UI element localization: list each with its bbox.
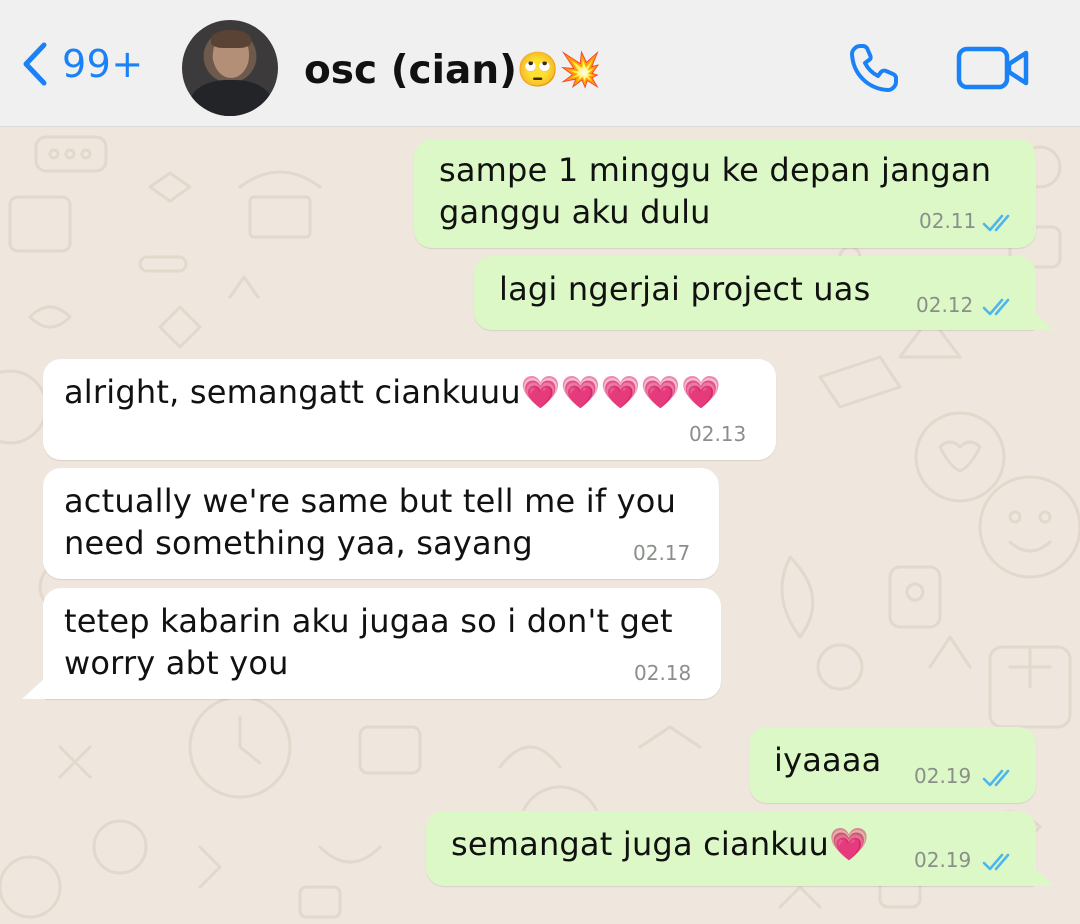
video-call-button[interactable] <box>956 44 1030 92</box>
message-text: actually we're same but tell me if you n… <box>64 482 677 562</box>
message-text: tetep kabarin aku jugaa so i don't get w… <box>64 602 673 682</box>
avatar[interactable] <box>182 20 278 116</box>
message-time: 02.18 <box>634 661 692 685</box>
chat-area[interactable]: sampe 1 minggu ke depan jangan ganggu ak… <box>0 127 1080 924</box>
message-time: 02.12 <box>916 293 974 317</box>
message-time: 02.19 <box>914 848 972 872</box>
message-time: 02.13 <box>689 422 747 446</box>
message-text: sampe 1 minggu ke depan jangan ganggu ak… <box>439 151 992 231</box>
message-outgoing[interactable]: iyaaaa 02.19 <box>749 727 1036 803</box>
message-time: 02.11 <box>919 209 977 233</box>
avatar-hair <box>211 30 251 48</box>
message-time: 02.17 <box>633 541 691 565</box>
video-camera-icon <box>956 46 1029 90</box>
voice-call-button[interactable] <box>846 40 904 96</box>
message-text: semangat juga ciankuu💗 <box>451 825 870 863</box>
message-incoming[interactable]: tetep kabarin aku jugaa so i don't get w… <box>43 588 721 699</box>
message-outgoing[interactable]: lagi ngerjai project uas 02.12 <box>474 256 1036 330</box>
message-time: 02.19 <box>914 764 972 788</box>
message-text: lagi ngerjai project uas <box>499 270 871 308</box>
chevron-left-icon <box>23 42 47 86</box>
chat-screen: 99+ osc (cian)🙄💥 sampe 1 minggu ke depan… <box>0 0 1080 924</box>
double-check-icon <box>982 853 1010 871</box>
message-incoming[interactable]: actually we're same but tell me if you n… <box>43 468 719 579</box>
double-check-icon <box>982 769 1010 787</box>
message-text: alright, semangatt ciankuuu💗💗💗💗💗 <box>64 373 722 411</box>
phone-icon <box>850 44 898 92</box>
avatar-body <box>190 80 272 116</box>
message-text: iyaaaa <box>774 741 882 779</box>
message-outgoing[interactable]: sampe 1 minggu ke depan jangan ganggu ak… <box>414 139 1036 248</box>
unread-count: 99+ <box>62 42 144 86</box>
contact-name-text: osc (cian) <box>304 48 517 93</box>
message-outgoing[interactable]: semangat juga ciankuu💗 02.19 <box>426 811 1036 886</box>
double-check-icon <box>982 214 1010 232</box>
chat-header: 99+ osc (cian)🙄💥 <box>0 0 1080 127</box>
double-check-icon <box>982 298 1010 316</box>
contact-name-emojis: 🙄💥 <box>516 50 602 90</box>
contact-name[interactable]: osc (cian)🙄💥 <box>304 44 602 96</box>
message-incoming[interactable]: alright, semangatt ciankuuu💗💗💗💗💗 02.13 <box>43 359 776 460</box>
back-button[interactable]: 99+ <box>20 32 144 96</box>
